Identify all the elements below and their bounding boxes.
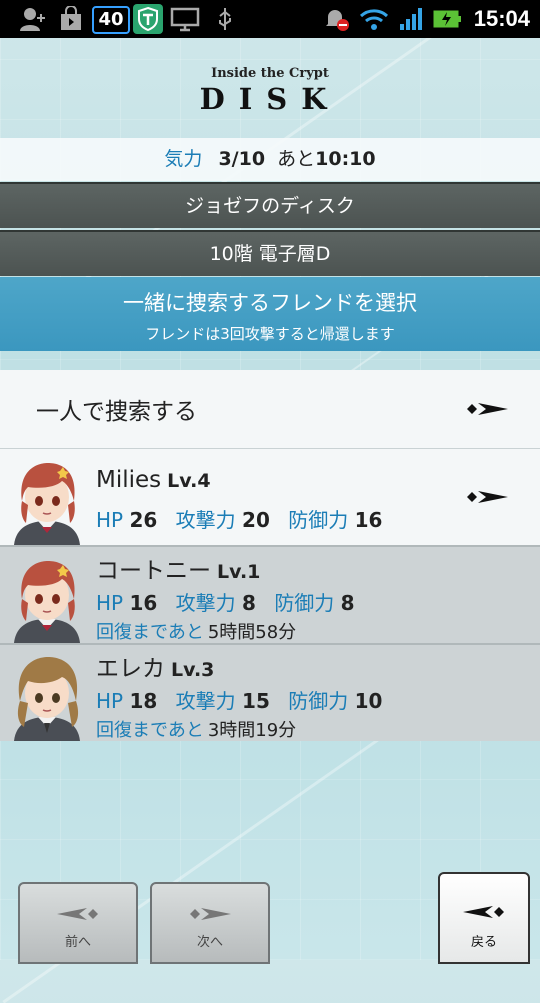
prev-button[interactable]: 前へ [18, 882, 138, 964]
header-subtitle: Inside the Crypt [211, 66, 329, 81]
forward-arrow-icon [467, 403, 508, 415]
shopping-bag-icon [61, 6, 81, 30]
attack-label: 攻撃力 [175, 508, 236, 532]
monitor-icon [170, 7, 200, 32]
usb-icon [219, 8, 231, 30]
defense-label: 防御力 [288, 689, 349, 713]
hp-value: 16 [129, 591, 158, 615]
friend-stats: HP 16 攻撃力 8 防御力 8 [96, 587, 367, 616]
next-label: 次へ [196, 935, 223, 950]
recover-value: 5時間58分 [207, 622, 297, 643]
hp-label: HP [96, 508, 124, 532]
select-friend-banner: 一緒に捜索するフレンドを選択 フレンドは3回攻撃すると帰還します [0, 277, 540, 351]
attack-value: 15 [242, 689, 270, 713]
friend-name: エレカ Lv.3 [96, 649, 214, 683]
friend-name-text: エレカ [96, 656, 165, 682]
battery-charging-icon [433, 10, 461, 28]
stamina-row: 気力 3/10 あと10:10 [0, 138, 540, 181]
notification-count-badge: 40 [92, 6, 130, 34]
friend-level: Lv.3 [171, 659, 215, 681]
recover-time: 回復まであと 5時間58分 [96, 618, 296, 644]
select-friend-note: フレンドは3回攻撃すると帰還します [145, 325, 395, 343]
attack-label: 攻撃力 [175, 591, 236, 615]
solo-search-label: 一人で捜索する [36, 399, 197, 425]
wifi-icon [359, 9, 389, 30]
signal-icon [400, 8, 422, 30]
back-button[interactable]: 戻る [438, 872, 530, 964]
friend-row[interactable]: コートニー Lv.1 HP 16 攻撃力 8 防御力 8 回復まであと 5時間58分 [0, 547, 540, 645]
status-bar: 40 15:04 [0, 0, 540, 38]
recover-label: 回復まであと [96, 622, 204, 643]
friend-name-text: コートニー [96, 558, 211, 584]
defense-value: 16 [354, 508, 383, 532]
defense-label: 防御力 [288, 508, 349, 532]
header-title: DISK [199, 82, 341, 116]
friend-avatar [14, 463, 80, 545]
disk-name-row: ジョゼフのディスク [0, 182, 540, 228]
friend-row[interactable]: エレカ Lv.3 HP 18 攻撃力 15 防御力 10 回復まであと 3時間19分 [0, 645, 540, 741]
friend-level: Lv.4 [167, 470, 211, 492]
forward-arrow-icon [467, 491, 508, 503]
select-friend-title: 一緒に捜索するフレンドを選択 [123, 291, 417, 315]
defense-label: 防御力 [274, 591, 335, 615]
attack-value: 8 [242, 591, 256, 615]
status-time: 15:04 [473, 6, 530, 31]
friend-stats: HP 18 攻撃力 15 防御力 10 [96, 685, 394, 714]
forward-arrow-icon [190, 908, 231, 920]
attack-value: 20 [242, 508, 270, 532]
friend-name: Milies Lv.4 [96, 467, 211, 493]
friend-name: コートニー Lv.1 [96, 551, 260, 585]
friend-name-text: Milies [96, 467, 162, 493]
back-label: 戻る [470, 935, 497, 950]
shield-t-icon [133, 4, 163, 34]
friend-stats: HP 26 攻撃力 20 防御力 16 [96, 504, 394, 533]
friend-avatar [14, 657, 80, 741]
bell-muted-icon [326, 10, 349, 31]
hp-label: HP [96, 591, 124, 615]
recover-label: 回復まであと [96, 720, 204, 741]
solo-search-option[interactable]: 一人で捜索する [0, 370, 540, 449]
hp-value: 26 [129, 508, 158, 532]
defense-value: 10 [354, 689, 383, 713]
stamina-remaining: 10:10 [315, 148, 376, 170]
attack-label: 攻撃力 [175, 689, 236, 713]
friend-row[interactable]: Milies Lv.4 HP 26 攻撃力 20 防御力 16 [0, 449, 540, 547]
hp-value: 18 [129, 689, 158, 713]
recover-value: 3時間19分 [207, 720, 297, 741]
floor-row: 10階 電子層D [0, 230, 540, 276]
back-arrow-icon [57, 908, 98, 920]
add-contact-icon [20, 8, 45, 31]
back-arrow-icon [463, 906, 504, 918]
recover-time: 回復まであと 3時間19分 [96, 716, 296, 742]
stamina-suffix: あと [277, 148, 316, 170]
stamina-label: 気力 [164, 148, 203, 170]
app-header: Inside the Crypt DISK [0, 38, 540, 134]
friend-avatar [14, 561, 80, 643]
hp-label: HP [96, 689, 124, 713]
friend-level: Lv.1 [217, 561, 261, 583]
stamina-value: 3/10 [218, 148, 266, 170]
defense-value: 8 [340, 591, 355, 615]
prev-label: 前へ [64, 935, 91, 950]
next-button[interactable]: 次へ [150, 882, 270, 964]
